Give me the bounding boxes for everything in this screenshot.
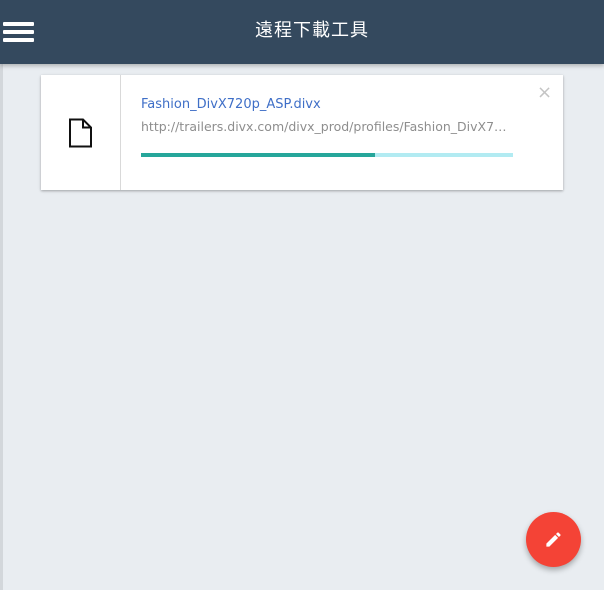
download-progress-bar bbox=[141, 153, 513, 157]
app-root: 遠程下載工具 Fashion_DivX720p_ASP.divx http://… bbox=[0, 0, 604, 590]
page-title: 遠程下載工具 bbox=[255, 20, 369, 41]
pencil-icon bbox=[546, 532, 561, 547]
file-icon bbox=[69, 118, 92, 148]
download-progress-fill bbox=[141, 153, 376, 157]
download-file-name[interactable]: Fashion_DivX720p_ASP.divx bbox=[141, 97, 321, 113]
file-icon-cell bbox=[41, 75, 121, 190]
left-edge-divider bbox=[0, 64, 3, 590]
download-card: Fashion_DivX720p_ASP.divx http://trailer… bbox=[41, 75, 563, 190]
edit-fab-button[interactable] bbox=[526, 512, 581, 567]
download-info: Fashion_DivX720p_ASP.divx http://trailer… bbox=[141, 75, 541, 190]
close-icon[interactable]: × bbox=[537, 84, 552, 102]
download-url: http://trailers.divx.com/divx_prod/profi… bbox=[141, 119, 513, 134]
top-app-bar: 遠程下載工具 bbox=[0, 0, 604, 64]
